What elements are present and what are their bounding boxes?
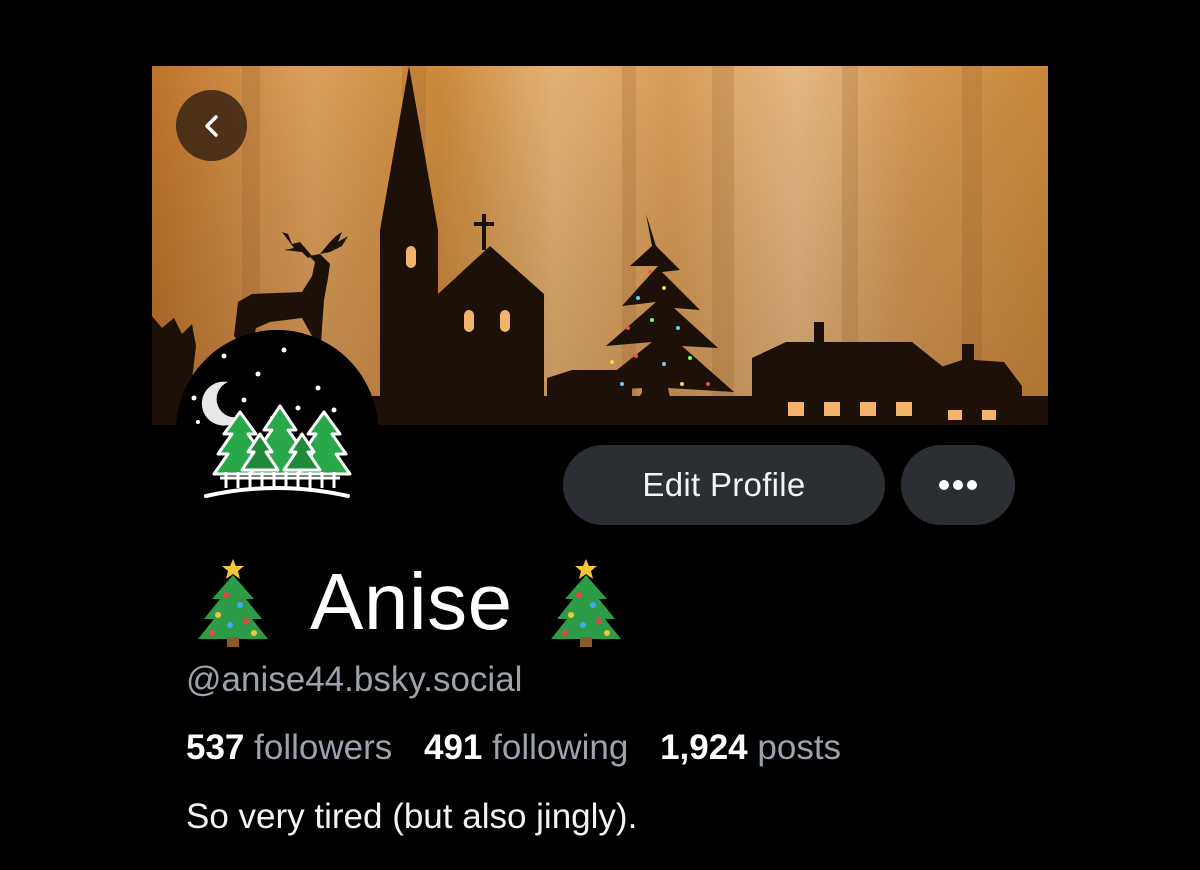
more-options-button[interactable] [901, 445, 1015, 525]
christmas-tree-icon [198, 559, 268, 647]
followers-count: 537 [186, 728, 245, 767]
avatar-image [176, 330, 378, 532]
ellipsis-icon [939, 480, 977, 490]
display-name: Anise [196, 552, 623, 652]
chevron-left-icon [204, 114, 218, 137]
profile-stats: 537 followers 491 following 1,924 posts [186, 728, 863, 768]
display-name-text: Anise [310, 557, 513, 646]
profile-bio: So very tired (but also jingly). [186, 797, 638, 836]
followers-stat[interactable]: 537 followers [186, 728, 392, 767]
christmas-tree-icon [550, 559, 621, 647]
following-label: following [492, 728, 629, 767]
following-count: 491 [423, 728, 483, 767]
posts-count: 1,924 [660, 728, 748, 767]
posts-label: posts [757, 728, 842, 767]
profile-handle: @anise44.bsky.social [186, 660, 523, 699]
following-stat[interactable]: 491 following [424, 728, 628, 767]
edit-profile-button[interactable]: Edit Profile [563, 445, 885, 525]
avatar[interactable] [176, 330, 378, 532]
posts-stat: 1,924 posts [660, 728, 841, 767]
back-button[interactable] [176, 90, 247, 161]
profile-page: Edit Profile Anise @anise44.bsky.social … [0, 0, 1200, 870]
followers-label: followers [254, 728, 393, 767]
